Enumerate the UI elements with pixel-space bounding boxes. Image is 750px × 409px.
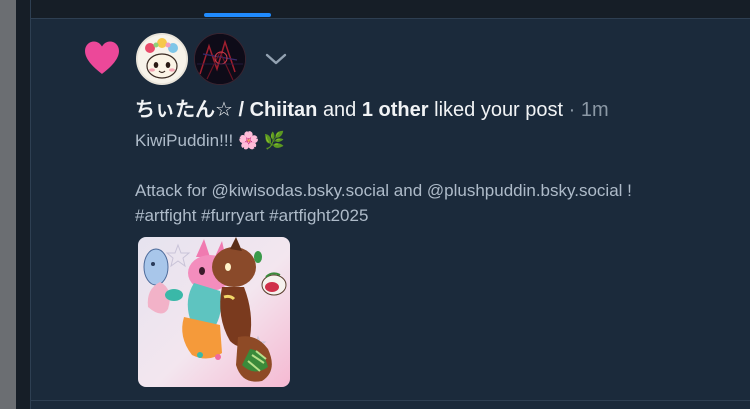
post-hashtags[interactable]: #artfight #furryart #artfight2025: [135, 204, 750, 228]
actor-name-link[interactable]: ちぃたん☆ / Chiitan: [135, 99, 317, 121]
chiitan-avatar-art: [138, 35, 186, 83]
others-link[interactable]: 1 other: [362, 99, 429, 121]
left-rail: [0, 0, 16, 409]
post-title: KiwiPuddin!!! 🌸 🌿: [135, 131, 286, 150]
item-divider: [31, 400, 750, 401]
action-text: liked your post: [434, 99, 564, 121]
post-image[interactable]: [138, 237, 290, 387]
chiitan-avatar[interactable]: [136, 33, 188, 85]
dark-avatar-art: [195, 34, 245, 84]
separator: ·: [568, 99, 576, 121]
notification-feed: ちぃたん☆ / Chiitan and 1 other liked your p…: [30, 0, 750, 409]
chevron-down-icon[interactable]: [263, 50, 289, 68]
timestamp[interactable]: 1m: [581, 99, 609, 121]
dark-avatar[interactable]: [194, 33, 246, 85]
left-gap: [16, 0, 30, 409]
connector-text: and: [322, 99, 357, 121]
notification-headline: ちぃたん☆ / Chiitan and 1 other liked your p…: [135, 96, 745, 124]
heart-icon: [85, 41, 119, 74]
post-body-line: Attack for @kiwisodas.bsky.social and @p…: [135, 181, 632, 200]
post-image-art: [138, 237, 290, 387]
active-tab-indicator: [204, 13, 271, 17]
tab-bar: [31, 0, 750, 19]
